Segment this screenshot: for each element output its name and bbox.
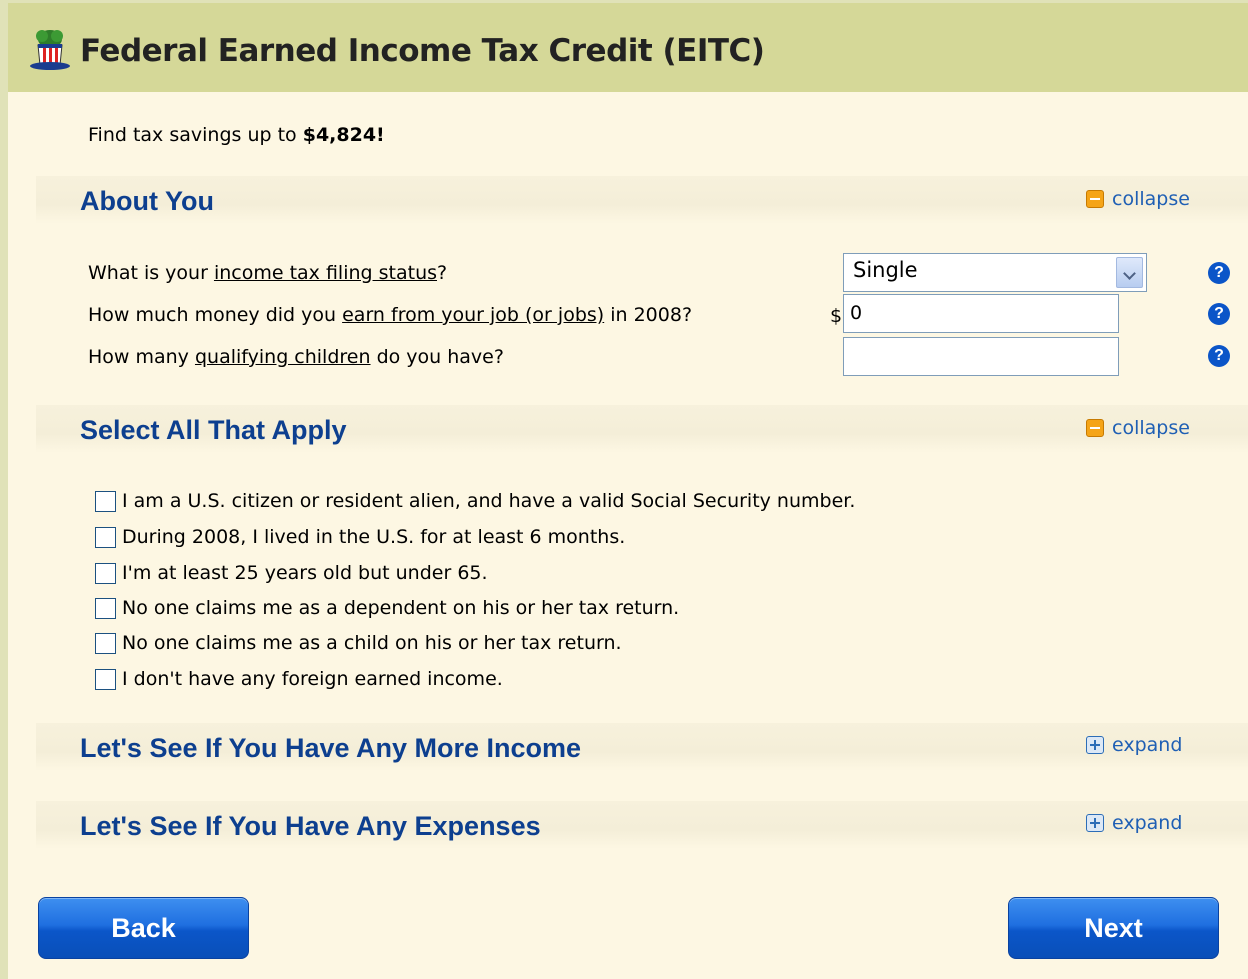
checklist-item[interactable]: During 2008, I lived in the U.S. for at … [95, 526, 625, 548]
checklist-label: I don't have any foreign earned income. [122, 668, 503, 690]
question-text: What is your [88, 262, 214, 284]
checklist-label: No one claims me as a child on his or he… [122, 632, 622, 654]
help-icon[interactable]: ? [1208, 303, 1230, 325]
earnings-link[interactable]: earn from your job (or jobs) [342, 304, 604, 326]
currency-symbol: $ [830, 305, 843, 327]
section-more-income: Let's See If You Have Any More Income ex… [36, 723, 1248, 771]
page-title: Federal Earned Income Tax Credit (EITC) [80, 33, 765, 69]
expand-label: expand [1112, 734, 1183, 756]
next-button[interactable]: Next [1008, 897, 1219, 959]
collapse-icon [1086, 190, 1104, 208]
checklist-item[interactable]: I don't have any foreign earned income. [95, 668, 503, 690]
expand-expenses-button[interactable]: expand [1086, 812, 1182, 834]
checklist-item[interactable]: I am a U.S. citizen or resident alien, a… [95, 490, 855, 512]
filing-status-select[interactable]: Single [843, 253, 1147, 292]
filing-status-value: Single [853, 258, 918, 282]
section-title-more-income: Let's See If You Have Any More Income [80, 733, 582, 763]
checklist-item[interactable]: I'm at least 25 years old but under 65. [95, 562, 488, 584]
expand-icon [1086, 736, 1104, 754]
savings-amount: $4,824! [302, 124, 385, 146]
collapse-icon [1086, 419, 1104, 437]
collapse-label: collapse [1112, 417, 1190, 439]
section-title-about-you: About You [80, 186, 214, 216]
checklist-label: I'm at least 25 years old but under 65. [122, 562, 488, 584]
checklist-label: No one claims me as a dependent on his o… [122, 597, 680, 619]
children-question: How many qualifying children do you have… [88, 346, 504, 368]
app-header: Federal Earned Income Tax Credit (EITC) [8, 3, 1248, 92]
section-about-you: About You collapse [36, 176, 1248, 224]
checkbox[interactable] [95, 562, 116, 584]
intro-label: Find tax savings up to [88, 124, 303, 146]
intro-text: Find tax savings up to $4,824! [88, 124, 385, 146]
collapse-about-you-button[interactable]: collapse [1086, 188, 1190, 210]
section-expenses: Let's See If You Have Any Expenses expan… [36, 801, 1248, 849]
children-input[interactable] [843, 337, 1119, 376]
question-text: How many [88, 346, 195, 368]
section-select-all: Select All That Apply collapse [36, 405, 1248, 453]
question-text-end: in 2008? [604, 304, 693, 326]
question-text: How much money did you [88, 304, 343, 326]
chevron-down-icon[interactable] [1116, 257, 1143, 288]
checklist-label: I am a U.S. citizen or resident alien, a… [122, 490, 856, 512]
checklist-item[interactable]: No one claims me as a child on his or he… [95, 632, 622, 654]
checkbox[interactable] [95, 526, 116, 548]
qualifying-children-link[interactable]: qualifying children [195, 346, 371, 368]
checkbox[interactable] [95, 668, 116, 690]
help-icon[interactable]: ? [1208, 262, 1230, 284]
expand-label: expand [1112, 812, 1183, 834]
earnings-input[interactable]: 0 [843, 294, 1119, 333]
section-title-select-all: Select All That Apply [80, 415, 347, 445]
section-title-expenses: Let's See If You Have Any Expenses [80, 811, 541, 841]
uncle-sam-hat-icon [30, 30, 70, 70]
earnings-question: How much money did you earn from your jo… [88, 304, 692, 326]
question-text-end: do you have? [370, 346, 504, 368]
back-button[interactable]: Back [38, 897, 249, 959]
filing-status-question: What is your income tax filing status? [88, 262, 447, 284]
checklist-item[interactable]: No one claims me as a dependent on his o… [95, 597, 679, 619]
checklist-label: During 2008, I lived in the U.S. for at … [122, 526, 626, 548]
expand-icon [1086, 814, 1104, 832]
help-icon[interactable]: ? [1208, 345, 1230, 367]
checkbox[interactable] [95, 597, 116, 619]
checkbox[interactable] [95, 632, 116, 654]
collapse-select-all-button[interactable]: collapse [1086, 417, 1190, 439]
expand-more-income-button[interactable]: expand [1086, 734, 1182, 756]
question-text-end: ? [437, 262, 448, 284]
collapse-label: collapse [1112, 188, 1190, 210]
checkbox[interactable] [95, 490, 116, 512]
filing-status-link[interactable]: income tax filing status [214, 262, 437, 284]
